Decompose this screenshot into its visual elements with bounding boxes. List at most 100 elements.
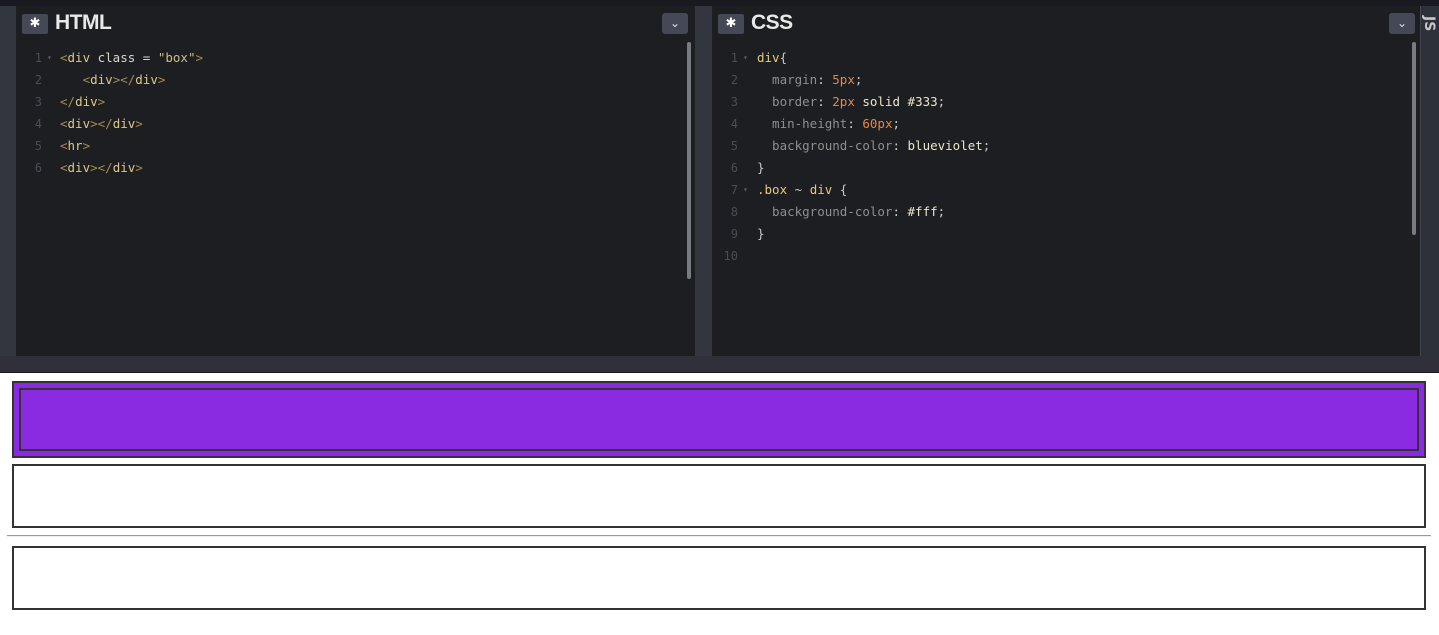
code-line[interactable]: 6 <div></div>	[16, 157, 695, 179]
line-number: 1	[730, 51, 738, 65]
line-number: 2	[730, 73, 738, 87]
code-token: >	[195, 50, 204, 65]
code-token: >	[135, 116, 143, 131]
code-token: }	[757, 160, 765, 175]
code-token: :	[892, 138, 908, 153]
code-token: ></	[112, 72, 136, 87]
code-line[interactable]: 1 ▾ <div class = "box">	[16, 47, 695, 69]
line-number: 4	[34, 117, 42, 131]
preview-resizer[interactable]	[0, 356, 1439, 373]
chevron-down-icon[interactable]: ⌄	[662, 13, 688, 34]
code-line[interactable]: 6}	[712, 157, 1420, 179]
code-token: "box"	[157, 50, 196, 65]
code-token: <	[60, 116, 68, 131]
code-token: div	[809, 182, 833, 197]
code-line[interactable]: 5 background-color: blueviolet;	[712, 135, 1420, 157]
code-token: hr	[67, 138, 83, 153]
code-token: div	[112, 116, 136, 131]
line-number: 10	[723, 249, 738, 263]
line-number: 5	[730, 139, 738, 153]
css-scrollbar[interactable]	[1412, 42, 1416, 235]
line-number: 3	[34, 95, 42, 109]
line-number: 2	[34, 73, 42, 87]
code-token: div	[90, 72, 113, 87]
code-token: div	[135, 72, 158, 87]
code-line[interactable]: 3 border: 2px solid #333;	[712, 91, 1420, 113]
code-token: :	[817, 72, 833, 87]
html-editor-panel: ✱ HTML ⌄ 1 ▾ <div class = "box"> 2 <div></d…	[16, 6, 695, 356]
code-text: margin: 5px;	[757, 69, 862, 91]
code-token: div	[75, 94, 98, 109]
code-token: 60px	[862, 116, 893, 131]
box-div-preview	[12, 381, 1426, 458]
code-line[interactable]: 9}	[712, 223, 1420, 245]
code-text: <div></div>	[60, 157, 143, 179]
fold-arrow-icon[interactable]: ▾	[743, 179, 748, 201]
code-text: div{	[757, 47, 787, 69]
code-token: .box	[757, 182, 788, 197]
code-line[interactable]: 2 margin: 5px;	[712, 69, 1420, 91]
code-text: min-height: 60px;	[757, 113, 900, 135]
code-token: 2px	[832, 94, 855, 109]
code-line[interactable]: 10	[712, 245, 1420, 267]
code-token: ;	[892, 116, 901, 131]
code-token: <	[60, 138, 68, 153]
code-token: <	[60, 160, 68, 175]
code-text: background-color: #fff;	[757, 201, 945, 223]
line-number: 1	[34, 51, 42, 65]
code-text: background-color: blueviolet;	[757, 135, 990, 157]
code-token: #fff	[907, 204, 938, 219]
html-panel-header: ✱ HTML ⌄	[16, 6, 695, 42]
sibling-div-preview	[12, 546, 1426, 610]
fold-arrow-icon[interactable]: ▾	[743, 47, 748, 69]
html-code-editor[interactable]: 1 ▾ <div class = "box"> 2 <div></div> 3 </div…	[16, 47, 695, 179]
code-token: {	[779, 50, 788, 65]
result-preview	[0, 373, 1439, 635]
js-panel-title: JS	[1421, 16, 1437, 32]
nested-div-preview	[19, 388, 1419, 451]
code-token: :	[847, 116, 863, 131]
line-number: 3	[730, 95, 738, 109]
code-token: div	[67, 50, 91, 65]
line-number: 6	[34, 161, 42, 175]
code-line[interactable]: 4 <div></div>	[16, 113, 695, 135]
code-token: div	[67, 160, 91, 175]
code-token: background-color	[757, 204, 893, 219]
editor-area: ✱ HTML ⌄ 1 ▾ <div class = "box"> 2 <div></d…	[0, 0, 1439, 356]
code-line[interactable]: 2 <div></div>	[16, 69, 695, 91]
code-text: }	[757, 157, 765, 179]
code-text: <div class = "box">	[60, 47, 203, 69]
sibling-div-preview	[12, 464, 1426, 528]
code-line[interactable]: 8 background-color: #fff;	[712, 201, 1420, 223]
code-token: min-height	[757, 116, 848, 131]
code-text: border: 2px solid #333;	[757, 91, 945, 113]
code-token: div	[67, 116, 91, 131]
code-line[interactable]: 5 <hr>	[16, 135, 695, 157]
code-line[interactable]: 4 min-height: 60px;	[712, 113, 1420, 135]
panel-divider[interactable]	[695, 6, 712, 356]
gear-icon[interactable]: ✱	[718, 14, 744, 34]
code-text: <div></div>	[60, 69, 166, 91]
code-token: ;	[982, 138, 991, 153]
code-line[interactable]: 1 ▾ div{	[712, 47, 1420, 69]
line-number: 8	[730, 205, 738, 219]
code-token: class =	[90, 50, 158, 65]
fold-arrow-icon[interactable]: ▾	[47, 47, 52, 69]
code-text: <div></div>	[60, 113, 143, 135]
code-token: ;	[937, 204, 946, 219]
code-line[interactable]: 3 </div>	[16, 91, 695, 113]
html-scrollbar[interactable]	[687, 42, 691, 279]
gear-icon[interactable]: ✱	[22, 14, 48, 34]
chevron-down-icon[interactable]: ⌄	[1389, 13, 1415, 34]
css-panel-header: ✱ CSS ⌄	[712, 6, 1420, 42]
code-token: margin	[757, 72, 818, 87]
line-number: 6	[730, 161, 738, 175]
code-token: 5px	[832, 72, 855, 87]
css-code-editor[interactable]: 1 ▾ div{2 margin: 5px; 3 border: 2px solid …	[712, 47, 1420, 267]
code-token: {	[832, 182, 848, 197]
js-panel-collapsed[interactable]: JS	[1420, 6, 1439, 356]
line-number: 5	[34, 139, 42, 153]
code-line[interactable]: 7 ▾ .box ~ div {	[712, 179, 1420, 201]
code-token: ;	[937, 94, 946, 109]
code-token: ~	[787, 182, 810, 197]
